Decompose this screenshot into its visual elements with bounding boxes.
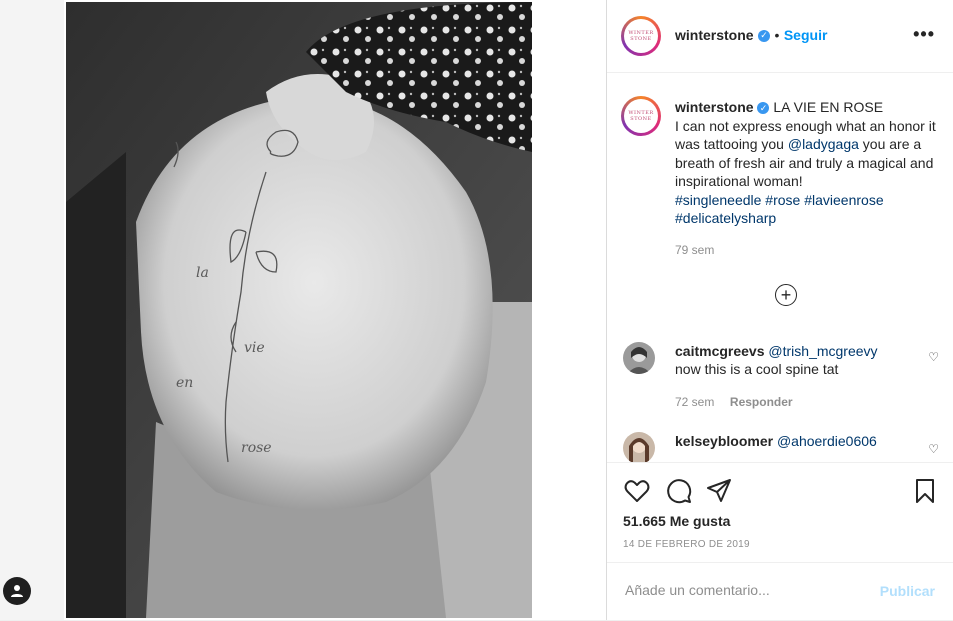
post-date[interactable]: 14 DE FEBRERO DE 2019	[623, 539, 750, 550]
paper-plane-icon[interactable]	[705, 477, 733, 505]
caption-avatar-logo: WINTER STONE	[624, 99, 658, 133]
comment-time[interactable]: 72 sem	[675, 395, 714, 409]
svg-text:la: la	[196, 265, 209, 281]
heart-icon[interactable]	[623, 477, 651, 505]
comment-body: kelseybloomer @ahoerdie0606	[675, 432, 925, 450]
reply-button[interactable]: Responder	[730, 395, 793, 409]
avatar-logo: WINTER STONE	[624, 19, 658, 53]
caption-mention[interactable]: @ladygaga	[788, 136, 859, 152]
bookmark-icon[interactable]	[911, 477, 939, 505]
post-details-panel: WINTER STONE winterstone ✓ • Seguir ••• …	[606, 0, 953, 620]
more-options-icon[interactable]: •••	[913, 24, 935, 45]
commenter-photo	[623, 342, 655, 374]
verified-badge-icon: ✓	[758, 29, 771, 42]
profile-button[interactable]	[3, 577, 31, 605]
comment-item: kelseybloomer @ahoerdie0606 ♡	[623, 430, 943, 462]
commenter-avatar[interactable]	[623, 432, 655, 462]
post-header: WINTER STONE winterstone ✓ • Seguir •••	[607, 0, 953, 73]
publish-button[interactable]: Publicar	[880, 583, 935, 599]
caption: winterstone ✓ LA VIE EN ROSE I can not e…	[675, 98, 941, 259]
header-line: winterstone ✓ • Seguir	[675, 27, 827, 45]
comment-item: caitmcgreevs @trish_mcgreevy now this is…	[623, 340, 943, 420]
user-icon	[11, 585, 23, 597]
follow-button[interactable]: Seguir	[784, 27, 828, 43]
hashtag[interactable]: #delicatelysharp	[675, 210, 776, 226]
comment-username[interactable]: caitmcgreevs	[675, 343, 765, 359]
commenter-avatar[interactable]	[623, 342, 655, 374]
comment-icon[interactable]	[665, 477, 693, 505]
add-comment-bar: Publicar	[607, 562, 953, 621]
comment-body: caitmcgreevs @trish_mcgreevy now this is…	[675, 342, 925, 411]
caption-username[interactable]: winterstone	[675, 99, 754, 115]
comment-like-icon[interactable]: ♡	[928, 348, 939, 366]
comment-like-icon[interactable]: ♡	[928, 440, 939, 458]
comment-input[interactable]	[623, 581, 857, 599]
caption-title: LA VIE EN ROSE	[773, 99, 884, 115]
post-photo[interactable]: la vie en rose	[66, 2, 532, 618]
svg-text:vie: vie	[244, 340, 265, 356]
caption-avatar-logo-bottom: STONE	[630, 116, 652, 122]
separator-dot: •	[774, 27, 780, 43]
svg-text:en: en	[176, 375, 193, 391]
hashtag[interactable]: #lavieenrose	[804, 192, 883, 208]
plus-circle-icon[interactable]: +	[775, 284, 797, 306]
svg-text:rose: rose	[241, 440, 272, 456]
caption-time[interactable]: 79 sem	[675, 243, 714, 257]
verified-badge-icon: ✓	[757, 102, 770, 115]
hashtag[interactable]: #singleneedle	[675, 192, 761, 208]
avatar-logo-bottom: STONE	[630, 36, 652, 42]
comment-text: now this is a cool spine tat	[675, 361, 839, 377]
account-avatar[interactable]: WINTER STONE	[621, 16, 661, 56]
likes-count[interactable]: 51.665 Me gusta	[623, 513, 730, 529]
comment-mention[interactable]: @trish_mcgreevy	[768, 343, 877, 359]
account-username[interactable]: winterstone	[675, 27, 754, 43]
comment-username[interactable]: kelseybloomer	[675, 433, 773, 449]
hashtag[interactable]: #rose	[765, 192, 800, 208]
photo-frame: la vie en rose	[64, 0, 606, 620]
caption-avatar[interactable]: WINTER STONE	[621, 96, 661, 136]
comment-mention[interactable]: @ahoerdie0606	[777, 433, 877, 449]
comment-clip: kelseybloomer @ahoerdie0606 ♡	[607, 420, 953, 462]
commenter-photo	[623, 432, 655, 462]
back-tattoo-photo: la vie en rose	[66, 2, 532, 618]
post-actions: 51.665 Me gusta 14 DE FEBRERO DE 2019	[607, 462, 953, 563]
left-gutter	[0, 0, 64, 620]
